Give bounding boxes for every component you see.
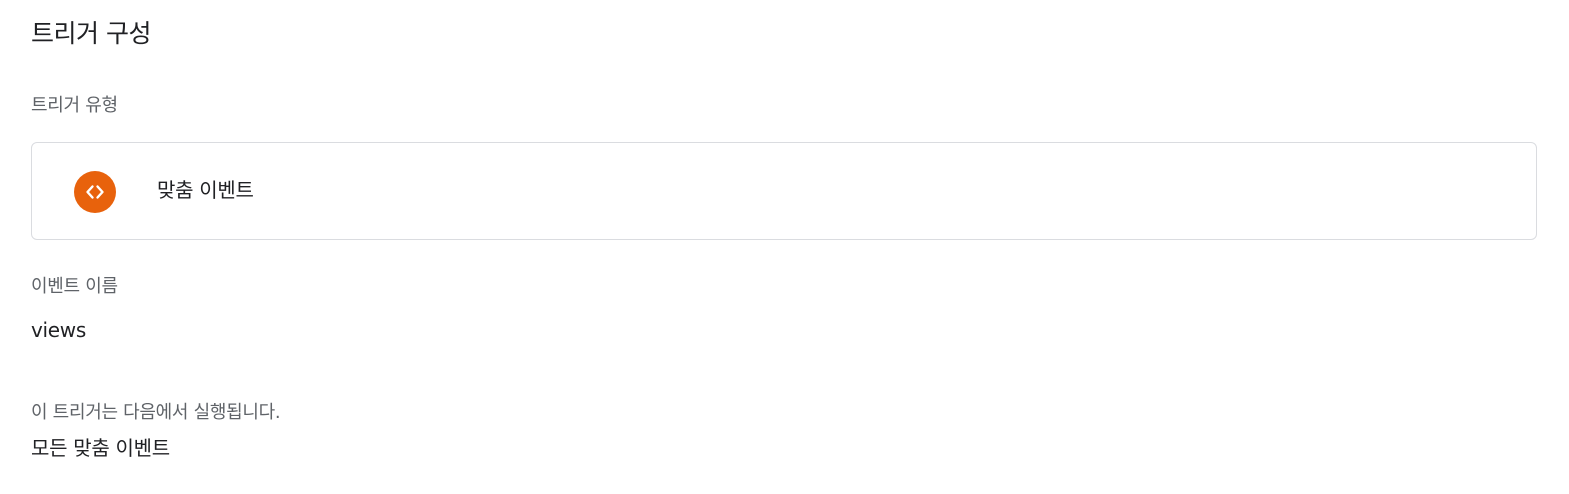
trigger-type-label: 트리거 유형 xyxy=(31,95,118,116)
code-brackets-icon xyxy=(74,171,116,213)
event-name-value: views xyxy=(31,318,86,342)
fires-on-value: 모든 맞춤 이벤트 xyxy=(31,436,170,460)
page-title: 트리거 구성 xyxy=(31,19,151,48)
trigger-configuration-panel: 트리거 구성 트리거 유형 맞춤 이벤트 이벤트 이름 views 이 트리거는… xyxy=(0,0,1569,494)
event-name-label: 이벤트 이름 xyxy=(31,276,118,297)
fires-on-label: 이 트리거는 다음에서 실행됩니다. xyxy=(31,402,281,423)
trigger-type-name: 맞춤 이벤트 xyxy=(157,178,254,202)
trigger-type-selector[interactable]: 맞춤 이벤트 xyxy=(31,142,1537,240)
